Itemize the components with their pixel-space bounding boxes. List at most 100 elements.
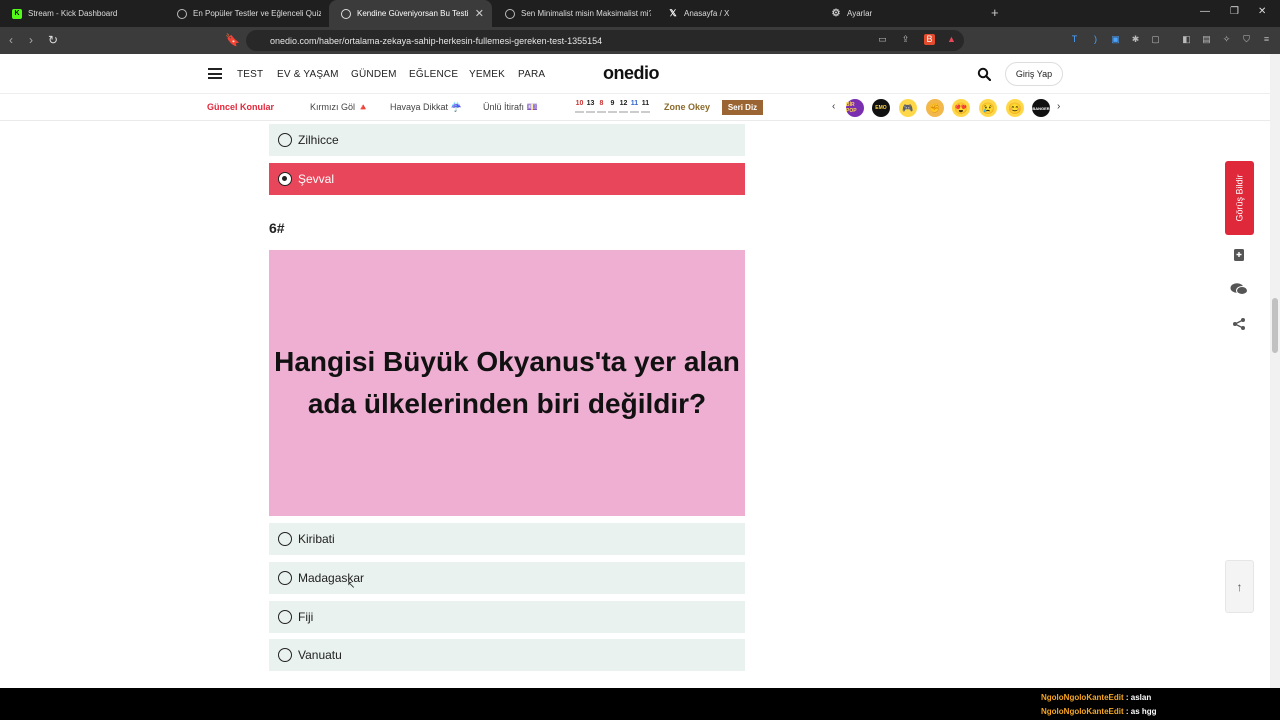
menu-icon[interactable]: ≡	[1261, 34, 1272, 45]
radio-button[interactable]	[278, 610, 292, 624]
tab-onedio-popular[interactable]: En Popüler Testler ve Eğlenceli Quizler	[165, 0, 328, 27]
emoji-badge[interactable]: 😍	[952, 99, 970, 117]
chat-message: NgoloNgoloKanteEdit : aslan	[1041, 693, 1151, 702]
reload-icon[interactable]: ↻	[48, 33, 58, 47]
feedback-button[interactable]: Görüş Bildir	[1225, 161, 1254, 235]
url-text: onedio.com/haber/ortalama-zekaya-sahip-h…	[270, 35, 603, 46]
sidebar-toggle-icon[interactable]: ◧	[1181, 34, 1192, 45]
comments-icon[interactable]	[1229, 282, 1249, 302]
webpage: TEST EV & YAŞAM GÜNDEM EĞLENCE YEMEK PAR…	[0, 54, 1270, 688]
nav-eglence[interactable]: EĞLENCE	[409, 69, 458, 80]
number-tile: 12	[619, 100, 628, 113]
seri-diz-button[interactable]: Seri Diz	[722, 100, 763, 115]
cast-icon[interactable]: ▭	[877, 34, 888, 45]
arrow-up-icon[interactable]: ↑	[1225, 560, 1254, 613]
bookmark-page-icon[interactable]: 🔖	[225, 33, 240, 47]
extensions-puzzle-icon[interactable]: ✱	[1130, 34, 1141, 45]
search-icon[interactable]	[977, 67, 991, 81]
browser-toolbar: ‹ › ↻ 🔖 onedio.com/haber/ortalama-zekaya…	[0, 27, 1280, 54]
minimize-icon[interactable]: —	[1200, 6, 1210, 17]
login-button[interactable]: Giriş Yap	[1005, 62, 1063, 86]
answer-option[interactable]: Zilhicce	[269, 124, 745, 156]
extension-box-icon[interactable]: ▢	[1150, 34, 1161, 45]
chat-text: : aslan	[1125, 693, 1152, 702]
number-tile: 10	[575, 100, 584, 113]
answer-option[interactable]: Fiji	[269, 601, 745, 633]
emoji-badge[interactable]: 🎮	[899, 99, 917, 117]
page-scrollbar[interactable]	[1270, 54, 1280, 688]
emoji-badge[interactable]: BANGER	[1032, 99, 1050, 117]
number-tile: 13	[586, 100, 595, 113]
chevron-left-icon[interactable]: ‹	[832, 101, 835, 112]
share-icon[interactable]	[1229, 317, 1249, 337]
scrollbar-thumb[interactable]	[1272, 298, 1278, 353]
brave-shield-icon[interactable]: B	[924, 34, 935, 45]
tab-title: Ayarlar	[847, 9, 873, 18]
nav-test[interactable]: TEST	[237, 69, 263, 80]
tab-onedio-minimalist[interactable]: Sen Minimalist misin Maksimalist mi?	[493, 0, 656, 27]
option-label: Vanuatu	[298, 648, 342, 662]
emoji-badge[interactable]: EMO	[872, 99, 890, 117]
tab-settings[interactable]: ⚙ Ayarlar	[819, 0, 982, 27]
nav-yemek[interactable]: YEMEK	[469, 69, 505, 80]
onedio-icon	[505, 8, 515, 19]
wallet-icon[interactable]: ▤	[1201, 34, 1212, 45]
option-label: Şevval	[298, 172, 335, 186]
close-tab-icon[interactable]: ✕	[475, 7, 484, 20]
chevron-right-icon[interactable]: ›	[1057, 101, 1060, 112]
chat-text: : as hgg	[1125, 707, 1157, 716]
onedio-icon	[341, 8, 351, 19]
emoji-badge[interactable]: ✊	[926, 99, 944, 117]
new-tab-button[interactable]: +	[991, 5, 999, 20]
brave-rewards-icon[interactable]: ▲	[946, 34, 957, 45]
share-page-icon[interactable]: ⇪	[900, 34, 911, 45]
answer-option[interactable]: Madagaskar	[269, 562, 745, 594]
answer-option[interactable]: Kiribati	[269, 523, 745, 555]
answer-option[interactable]: Vanuatu	[269, 639, 745, 671]
number-tile: 9	[608, 100, 617, 113]
tab-onedio-active[interactable]: Kendine Güveniyorsan Bu Testi Ku ✕	[329, 0, 492, 27]
onedio-logo[interactable]: onedio	[603, 63, 660, 84]
hamburger-menu-icon[interactable]	[208, 68, 222, 79]
question-number: 6#	[269, 220, 285, 236]
mouse-cursor-icon: ↖	[347, 580, 356, 591]
nav-ev-yasam[interactable]: EV & YAŞAM	[277, 69, 339, 80]
trending-link[interactable]: Ünlü İtirafı 💷	[483, 102, 538, 113]
bookmark-icon[interactable]	[1229, 248, 1249, 268]
radio-button[interactable]	[278, 133, 292, 147]
nav-para[interactable]: PARA	[518, 69, 545, 80]
tab-x-home[interactable]: 𝕏 Anasayfa / X	[656, 0, 819, 27]
answer-option-selected[interactable]: Şevval	[269, 163, 745, 195]
emoji-badge[interactable]: 😢	[979, 99, 997, 117]
trending-link[interactable]: Havaya Dikkat ☔	[390, 102, 462, 113]
close-window-icon[interactable]: ✕	[1258, 6, 1266, 17]
trending-link[interactable]: Kırmızı Göl 🔺	[310, 102, 369, 113]
option-label: Zilhicce	[298, 133, 339, 147]
radio-button-checked[interactable]	[278, 172, 292, 186]
tab-kick-dashboard[interactable]: K Stream - Kick Dashboard	[0, 0, 165, 27]
emoji-badge[interactable]: 😊	[1006, 99, 1024, 117]
feedback-label: Görüş Bildir	[1234, 174, 1245, 222]
zone-okey-link[interactable]: Zone Okey	[664, 102, 710, 112]
extension-audio-icon[interactable]: )	[1090, 34, 1101, 45]
vpn-icon[interactable]: ⛉	[1241, 34, 1252, 45]
nav-gundem[interactable]: GÜNDEM	[351, 69, 397, 80]
extension-screen-icon[interactable]: ▣	[1110, 34, 1121, 45]
tab-title: Stream - Kick Dashboard	[28, 9, 118, 18]
browser-tab-bar: K Stream - Kick Dashboard En Popüler Tes…	[0, 0, 1280, 27]
site-header: TEST EV & YAŞAM GÜNDEM EĞLENCE YEMEK PAR…	[0, 54, 1270, 94]
back-icon[interactable]: ‹	[9, 33, 13, 47]
restore-icon[interactable]: ❐	[1230, 6, 1239, 17]
emoji-badge[interactable]: BİR POP	[846, 99, 864, 117]
radio-button[interactable]	[278, 648, 292, 662]
ai-assistant-icon[interactable]: ✧	[1221, 34, 1232, 45]
question-text: Hangisi Büyük Okyanus'ta yer alan ada ül…	[274, 346, 740, 419]
option-label: Fiji	[298, 610, 314, 624]
address-bar[interactable]: onedio.com/haber/ortalama-zekaya-sahip-h…	[246, 30, 964, 51]
radio-button[interactable]	[278, 571, 292, 585]
number-tile: 11	[641, 100, 650, 113]
extension-translate-icon[interactable]: T	[1069, 34, 1080, 45]
number-game-widget[interactable]: 10 13 8 9 12 11 11	[575, 100, 650, 113]
forward-icon[interactable]: ›	[29, 33, 33, 47]
radio-button[interactable]	[278, 532, 292, 546]
